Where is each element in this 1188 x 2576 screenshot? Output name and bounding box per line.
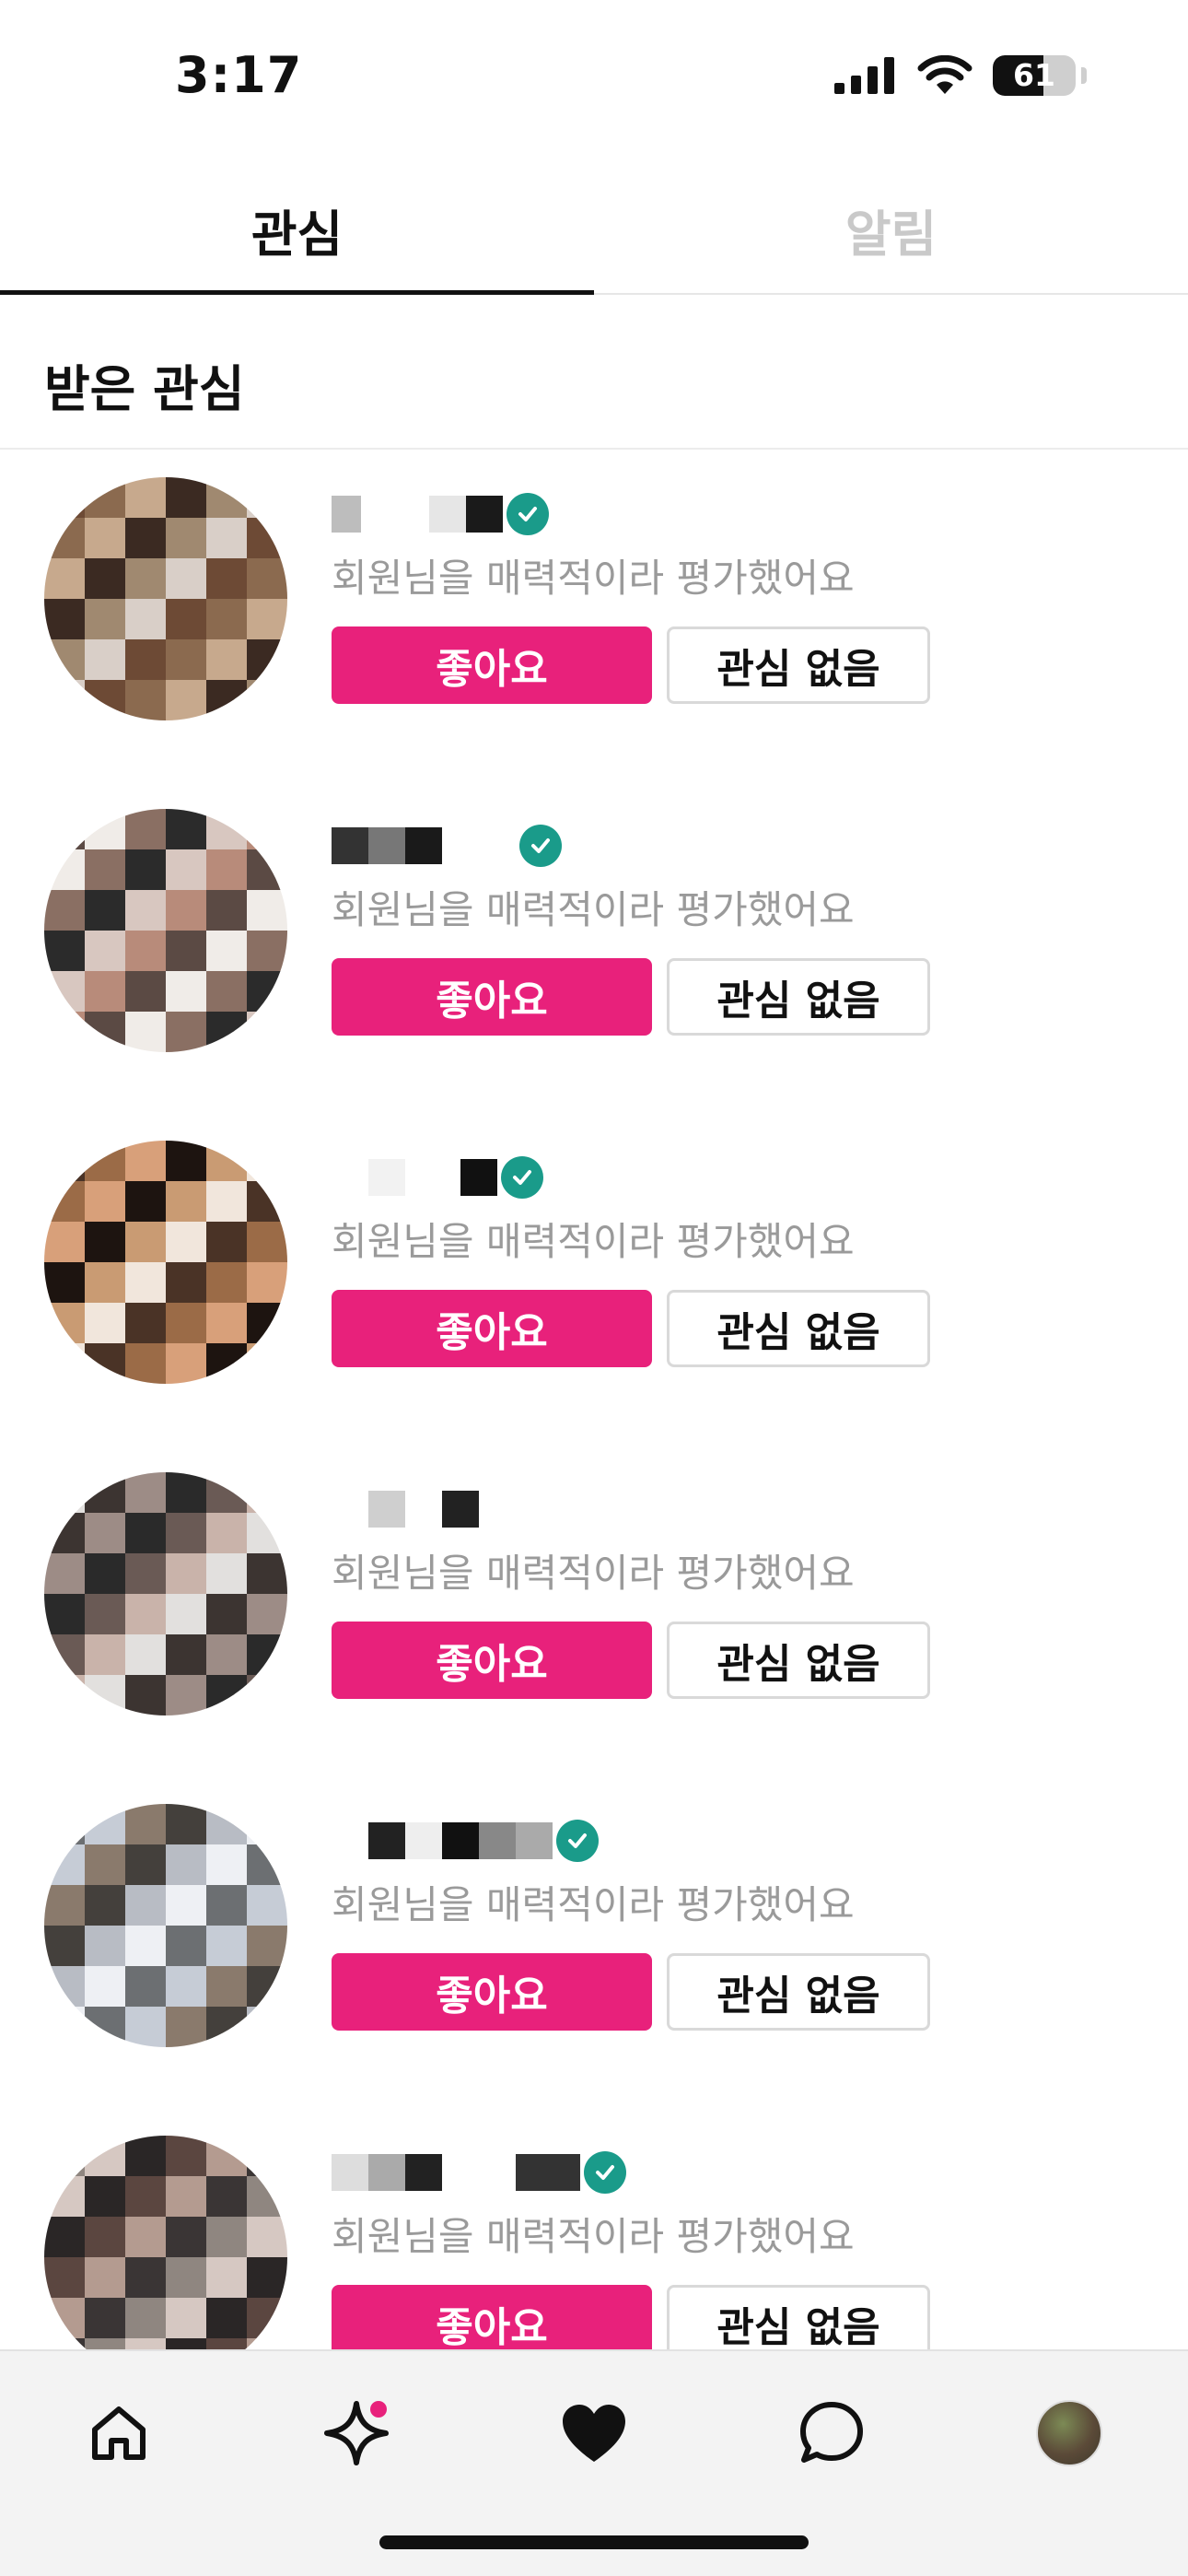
user-avatar[interactable] bbox=[44, 1472, 287, 1715]
item-description: 회원님을 매력적이라 평가했어요 bbox=[332, 1551, 855, 1596]
like-button[interactable]: 좋아요 bbox=[332, 2285, 652, 2349]
status-time: 3:17 bbox=[175, 46, 303, 104]
list-item: 회원님을 매력적이라 평가했어요좋아요 관심 없음 bbox=[0, 2110, 1188, 2349]
nav-heart[interactable] bbox=[543, 2383, 645, 2484]
verified-badge-icon bbox=[556, 1820, 599, 1862]
verified-badge-icon bbox=[501, 1156, 543, 1199]
not-interested-button[interactable]: 관심 없음 bbox=[667, 2285, 930, 2349]
list-item: 회원님을 매력적이라 평가했어요좋아요 관심 없음 bbox=[0, 1446, 1188, 1778]
username-redacted bbox=[332, 1819, 599, 1863]
item-description: 회원님을 매력적이라 평가했어요 bbox=[332, 2214, 855, 2259]
heart-icon bbox=[563, 2405, 625, 2462]
like-button[interactable]: 좋아요 bbox=[332, 626, 652, 704]
username-redacted bbox=[332, 1155, 543, 1200]
status-icons: 61 bbox=[834, 55, 1087, 96]
chat-icon bbox=[800, 2402, 863, 2463]
nav-profile[interactable] bbox=[1019, 2383, 1120, 2484]
list-item: 회원님을 매력적이라 평가했어요좋아요 관심 없음 bbox=[0, 1115, 1188, 1446]
item-description: 회원님을 매력적이라 평가했어요 bbox=[332, 1882, 855, 1927]
item-description: 회원님을 매력적이라 평가했어요 bbox=[332, 887, 855, 932]
not-interested-button[interactable]: 관심 없음 bbox=[667, 1290, 930, 1367]
user-avatar[interactable] bbox=[44, 2136, 287, 2349]
home-icon bbox=[92, 2406, 146, 2460]
list-item: 회원님을 매력적이라 평가했어요좋아요 관심 없음 bbox=[0, 783, 1188, 1115]
list-item: 회원님을 매력적이라 평가했어요좋아요 관심 없음 bbox=[0, 451, 1188, 783]
received-interest-list: 회원님을 매력적이라 평가했어요 좋아요 관심 없음 회원님을 매력적이라 평가했어요… bbox=[0, 451, 1188, 2349]
battery-icon: 61 bbox=[993, 55, 1076, 96]
like-button[interactable]: 좋아요 bbox=[332, 1290, 652, 1367]
tab-bar: 관심 알림 bbox=[0, 166, 1188, 295]
profile-avatar bbox=[1036, 2400, 1102, 2466]
user-avatar[interactable] bbox=[44, 477, 287, 720]
verified-badge-icon bbox=[507, 493, 549, 535]
home-indicator bbox=[379, 2535, 809, 2549]
section-header: 받은 관심 bbox=[0, 297, 1188, 450]
username-redacted bbox=[332, 492, 549, 536]
like-button[interactable]: 좋아요 bbox=[332, 1622, 652, 1699]
tab-interest[interactable]: 관심 bbox=[0, 166, 594, 295]
battery-level: 61 bbox=[1013, 57, 1055, 93]
item-description: 회원님을 매력적이라 평가했어요 bbox=[332, 556, 855, 601]
status-bar: 3:17 61 bbox=[0, 0, 1188, 157]
section-title: 받은 관심 bbox=[44, 360, 245, 418]
wifi-icon bbox=[917, 55, 973, 94]
username-redacted bbox=[332, 824, 562, 868]
user-avatar[interactable] bbox=[44, 809, 287, 1052]
item-description: 회원님을 매력적이라 평가했어요 bbox=[332, 1219, 855, 1264]
verified-badge-icon bbox=[519, 825, 562, 867]
not-interested-button[interactable]: 관심 없음 bbox=[667, 626, 930, 704]
battery-cap bbox=[1081, 67, 1087, 84]
like-button[interactable]: 좋아요 bbox=[332, 1953, 652, 2031]
tab-notifications[interactable]: 알림 bbox=[594, 166, 1188, 293]
nav-sparkle[interactable] bbox=[306, 2383, 407, 2484]
user-avatar[interactable] bbox=[44, 1804, 287, 2047]
not-interested-button[interactable]: 관심 없음 bbox=[667, 1622, 930, 1699]
notification-dot bbox=[370, 2401, 387, 2418]
verified-badge-icon bbox=[584, 2151, 626, 2194]
nav-home[interactable] bbox=[68, 2383, 169, 2484]
username-redacted bbox=[332, 1487, 479, 1531]
like-button[interactable]: 좋아요 bbox=[332, 958, 652, 1036]
not-interested-button[interactable]: 관심 없음 bbox=[667, 958, 930, 1036]
signal-icon bbox=[834, 57, 894, 94]
username-redacted bbox=[332, 2150, 626, 2195]
not-interested-button[interactable]: 관심 없음 bbox=[667, 1953, 930, 2031]
list-item: 회원님을 매력적이라 평가했어요좋아요 관심 없음 bbox=[0, 1778, 1188, 2110]
user-avatar[interactable] bbox=[44, 1141, 287, 1384]
nav-chat[interactable] bbox=[781, 2383, 882, 2484]
